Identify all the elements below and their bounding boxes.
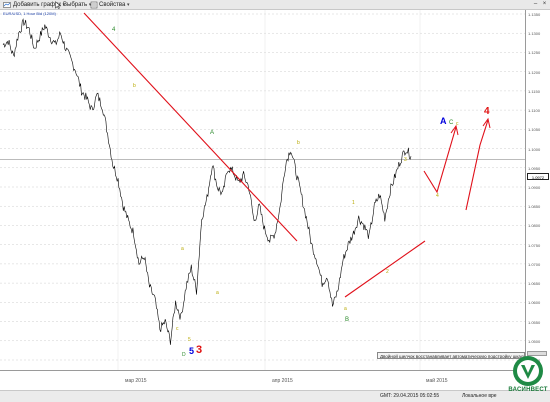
- properties-icon[interactable]: [90, 1, 98, 9]
- company-logo: ВАСИНВЕСТ: [506, 354, 550, 402]
- status-bar: GMT: 29.04.2015 05:02:55 Локальное вре: [0, 390, 550, 402]
- y-tick-label: 1.0650: [528, 281, 541, 287]
- chevron-down-icon: ▾: [127, 2, 130, 8]
- wave-label-C-forecast: C: [449, 120, 454, 126]
- minimize-icon[interactable]: –: [532, 1, 539, 8]
- price-chart[interactable]: [0, 10, 525, 370]
- wave-label-5-blue: 5: [189, 346, 195, 356]
- wave-label-b: b: [133, 83, 136, 89]
- y-tick-label: 1.1050: [528, 127, 541, 133]
- wave-label-D: D: [182, 352, 186, 358]
- wave-label-4-forecast: 4: [484, 106, 490, 117]
- y-tick-label: 1.0700: [528, 261, 541, 267]
- price-series-line: [2, 18, 412, 345]
- y-tick-label: 1.0950: [528, 165, 541, 171]
- wave-label-A-forecast: A: [440, 116, 447, 126]
- current-price-tag: 1.0972: [527, 173, 549, 180]
- y-tick-label: 1.0600: [528, 300, 541, 306]
- price-axis[interactable]: 1.1350 1.1300 1.1250 1.1200 1.1150 1.1100 1.10…: [525, 10, 550, 370]
- wave-label-b-upper: b: [297, 140, 300, 146]
- y-tick-label: 1.1100: [528, 108, 540, 114]
- y-tick-label: 1.0850: [528, 204, 541, 210]
- chart-toolbar: Добавить график ▾ Выбрать ▾ Свойства ▾ –…: [0, 0, 550, 10]
- wave-label-5-small: 5: [188, 337, 191, 343]
- chart-plot-area[interactable]: 4 b a c 5 A a b 1 2 3 4 a B A C c 4 D 5 …: [0, 10, 525, 370]
- y-tick-label: 1.1350: [528, 12, 541, 17]
- wave-label-a-low: a: [344, 306, 347, 312]
- chart-title: EUR/USD, 1 Hour Bid (120M): [3, 11, 56, 16]
- wave-label-4-small: 4: [436, 193, 439, 199]
- y-tick-label: 1.0550: [528, 319, 541, 325]
- y-tick-label: 1.0750: [528, 242, 541, 248]
- add-chart-icon[interactable]: [3, 1, 11, 9]
- wave-label-c: c: [176, 326, 179, 332]
- y-tick-label: 1.1250: [528, 50, 541, 56]
- local-time-label: Локальное вре: [462, 393, 497, 399]
- wave-label-4: 4: [112, 27, 116, 33]
- wave-label-2: 2: [386, 269, 389, 275]
- y-tick-label: 1.1000: [528, 146, 541, 152]
- wave-label-3: 3: [404, 157, 407, 163]
- wave-label-a: a: [181, 246, 184, 252]
- gmt-time: GMT: 29.04.2015 05:02:55: [380, 393, 440, 399]
- logo-emblem-icon: [513, 356, 543, 386]
- y-tick-label: 1.0900: [528, 185, 541, 190]
- forecast-path-2: [465, 119, 489, 211]
- select-icon[interactable]: [54, 1, 62, 9]
- y-tick-label: 1.0800: [528, 223, 541, 229]
- rescale-hint: Двойной щелчок восстанавливает автоматич…: [377, 352, 525, 359]
- select-menu[interactable]: Выбрать ▾: [63, 1, 91, 9]
- x-tick-label: мар 2015: [125, 378, 147, 384]
- wave-label-c-forecast: c: [456, 121, 459, 127]
- close-icon[interactable]: ×: [541, 1, 548, 8]
- trend-line-support: [344, 240, 426, 298]
- trend-lines: [83, 12, 489, 298]
- wave-label-3-red: 3: [196, 344, 203, 356]
- wave-label-A: A: [210, 130, 215, 136]
- y-tick-label: 1.0500: [528, 338, 541, 344]
- logo-text: ВАСИНВЕСТ: [508, 387, 548, 393]
- wave-label-B: B: [345, 317, 350, 323]
- x-tick-label: май 2015: [426, 378, 448, 384]
- properties-menu[interactable]: Свойства ▾: [99, 1, 130, 9]
- wave-label-a-lower: a: [216, 290, 219, 296]
- y-tick-label: 1.1150: [528, 88, 540, 94]
- wave-label-1: 1: [352, 200, 355, 206]
- time-axis[interactable]: мар 2015 апр 2015 май 2015: [0, 370, 525, 390]
- x-tick-label: апр 2015: [272, 378, 293, 384]
- y-tick-label: 1.1300: [528, 31, 541, 37]
- y-tick-label: 1.1200: [528, 69, 541, 75]
- grid: [0, 10, 525, 370]
